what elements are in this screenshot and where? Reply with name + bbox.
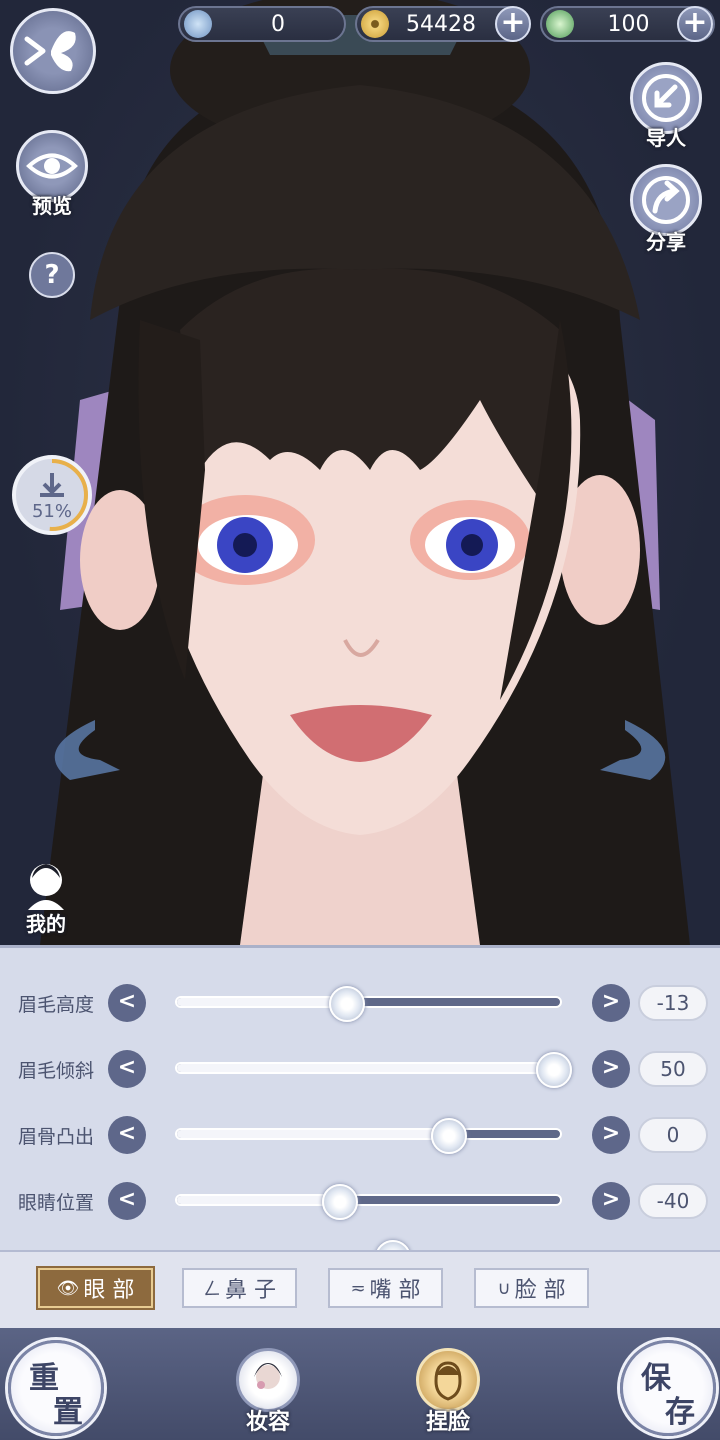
slider-knob[interactable] [321,1184,358,1220]
increase-button[interactable]: > [592,984,630,1022]
slider-value[interactable]: 50 [638,1051,708,1087]
help-icon: ? [44,260,60,290]
face-sculpt-icon [416,1348,480,1412]
butterfly-back-icon [24,31,76,72]
add-coin-button[interactable]: + [495,6,531,42]
slider-row-brow-height: 眉毛高度 < > -13 [0,978,720,1028]
nav-face-sculpt[interactable]: 捏脸 [408,1348,488,1435]
nav-makeup[interactable]: 妆容 [228,1348,308,1435]
slider-track[interactable] [175,986,562,1022]
tab-eyes[interactable]: 👁 眼 部 [36,1266,155,1310]
feature-tab-bar: 👁 眼 部 ㄥ 鼻 子 ≂ 嘴 部 ∪ 脸 部 [0,1250,720,1328]
slider-row-partial [0,1240,720,1250]
download-progress-button[interactable]: 51% [12,455,92,535]
save-label-2: 存 [665,1395,695,1430]
slider-label: 眼睛位置 [18,1192,95,1214]
coin-amount: 54428 [406,11,476,37]
slider-value[interactable]: 0 [638,1117,708,1153]
slider-fill [177,1064,555,1072]
tab-label: 脸 部 [514,1278,566,1303]
save-button[interactable]: 保 存 [620,1340,716,1436]
my-label: 我的 [26,912,66,936]
share-arrow-icon [642,176,690,224]
jade-icon [184,10,212,38]
slider-knob[interactable] [375,1240,411,1250]
tab-nose[interactable]: ㄥ 鼻 子 [182,1268,297,1308]
face-sculpt-label: 捏脸 [425,1410,470,1435]
my-profile-button[interactable]: 我的 [18,858,74,940]
decrease-button[interactable]: < [108,984,146,1022]
slider-knob[interactable] [329,986,366,1022]
token-amount: 100 [607,11,650,37]
reset-label-2: 置 [53,1395,83,1430]
slider-value[interactable]: -13 [638,985,708,1021]
increase-button[interactable]: > [592,1182,630,1220]
bottom-nav-bar: 重 置 妆容 捏脸 保 存 [0,1328,720,1440]
tab-face[interactable]: ∪ 脸 部 [474,1268,589,1308]
mouth-icon: ≂ [350,1277,366,1299]
tab-label: 嘴 部 [369,1278,421,1303]
slider-value[interactable]: -40 [638,1183,708,1219]
add-token-button[interactable]: + [677,6,713,42]
slider-track[interactable] [175,1052,573,1088]
help-button[interactable]: ? [29,252,75,298]
slider-track[interactable] [175,1184,562,1220]
slider-fill [177,1196,340,1204]
tab-label: 眼 部 [83,1278,135,1303]
tab-mouth[interactable]: ≂ 嘴 部 [328,1268,443,1308]
nose-icon: ㄥ [203,1279,221,1300]
back-button[interactable] [10,8,96,94]
increase-button[interactable]: > [592,1050,630,1088]
swirl-token-icon [546,10,574,38]
slider-knob[interactable] [430,1118,467,1154]
profile-avatar-icon [28,864,64,910]
decrease-button[interactable]: < [108,1116,146,1154]
download-progress-text: 51% [31,501,72,522]
slider-fill [177,998,348,1006]
jade-currency: 0 [178,6,346,42]
face-icon: ∪ [497,1277,511,1299]
slider-row-brow-bone: 眉骨凸出 < > 0 [0,1110,720,1160]
increase-button[interactable]: > [592,1116,630,1154]
character-3d-model[interactable] [0,0,720,945]
coin-icon [361,10,389,38]
slider-row-eye-position: 眼睛位置 < > -40 [0,1176,720,1226]
slider-knob[interactable] [536,1052,573,1088]
makeup-label: 妆容 [245,1410,290,1435]
character-viewport[interactable]: 0 54428 + 100 + 预览 ? 51% 我的 导人 分享 [0,0,720,945]
decrease-button[interactable]: < [108,1182,146,1220]
reset-button[interactable]: 重 置 [8,1340,104,1436]
slider-row-brow-tilt: 眉毛倾斜 < > 50 [0,1044,720,1094]
slider-fill [177,1130,449,1138]
decrease-button[interactable]: < [108,1050,146,1088]
preview-label: 预览 [32,194,72,218]
slider-label: 眉骨凸出 [18,1126,95,1148]
share-label: 分享 [646,230,686,254]
eye-icon: 👁 [56,1277,80,1299]
face-slider-panel[interactable]: 眉毛高度 < > -13 眉毛倾斜 < > 50 眉骨凸出 < > 0 眼睛位置… [0,945,720,1250]
jade-amount: 0 [271,11,285,37]
slider-label: 眉毛高度 [18,994,95,1016]
slider-label: 眉毛倾斜 [18,1060,95,1082]
import-label: 导人 [646,126,686,150]
makeup-icon [236,1348,300,1412]
tab-label: 鼻 子 [225,1278,276,1303]
slider-track[interactable] [175,1118,562,1154]
